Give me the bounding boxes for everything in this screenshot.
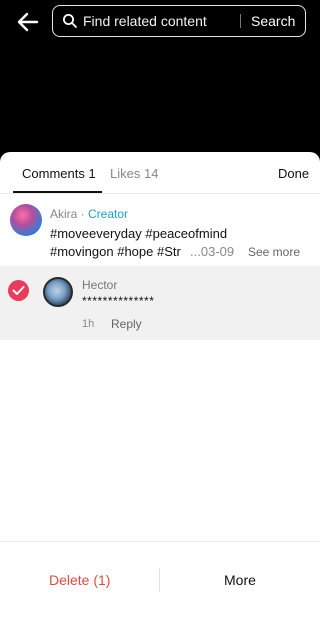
author-name[interactable]: Akira [50,207,77,221]
selected-check-icon[interactable] [8,280,29,301]
search-divider [240,14,241,28]
see-more-link[interactable]: See more [248,245,300,259]
more-button[interactable]: More [224,572,256,588]
search-button[interactable]: Search [251,13,295,29]
post-date: ...03-09 [190,244,235,259]
top-bar: Find related content Search [0,0,320,44]
creator-badge: Creator [88,207,129,221]
comment-time: 1h [82,318,95,330]
action-divider [159,568,160,592]
commenter-avatar[interactable] [43,277,73,307]
back-arrow-icon[interactable] [14,8,42,36]
caption-line-1: #moveeveryday #peaceofmind [50,226,228,241]
creator-avatar[interactable] [10,204,42,236]
tab-likes[interactable]: Likes 14 [110,166,158,181]
tab-comments[interactable]: Comments 1 [22,166,96,181]
post-caption: Akira · Creator #moveeveryday #peaceofmi… [0,196,320,266]
post-author: Akira · Creator [50,207,128,221]
reply-button[interactable]: Reply [111,317,142,331]
commenter-name[interactable]: Hector [82,278,117,292]
search-bar[interactable]: Find related content Search [52,5,306,37]
comment-text: ************** [82,294,155,308]
done-button[interactable]: Done [278,166,309,181]
comment-item[interactable]: Hector ************** 1h Reply [0,266,320,340]
author-separator: · [77,207,89,221]
comments-sheet: Comments 1 Likes 14 Done Akira · Creator… [0,152,320,643]
tab-bar: Comments 1 Likes 14 Done [0,152,320,194]
search-icon [62,13,78,29]
search-input[interactable]: Find related content [83,13,207,29]
action-bar: Delete (1) More [0,541,320,643]
active-tab-indicator [13,191,102,193]
delete-button[interactable]: Delete (1) [49,572,110,588]
